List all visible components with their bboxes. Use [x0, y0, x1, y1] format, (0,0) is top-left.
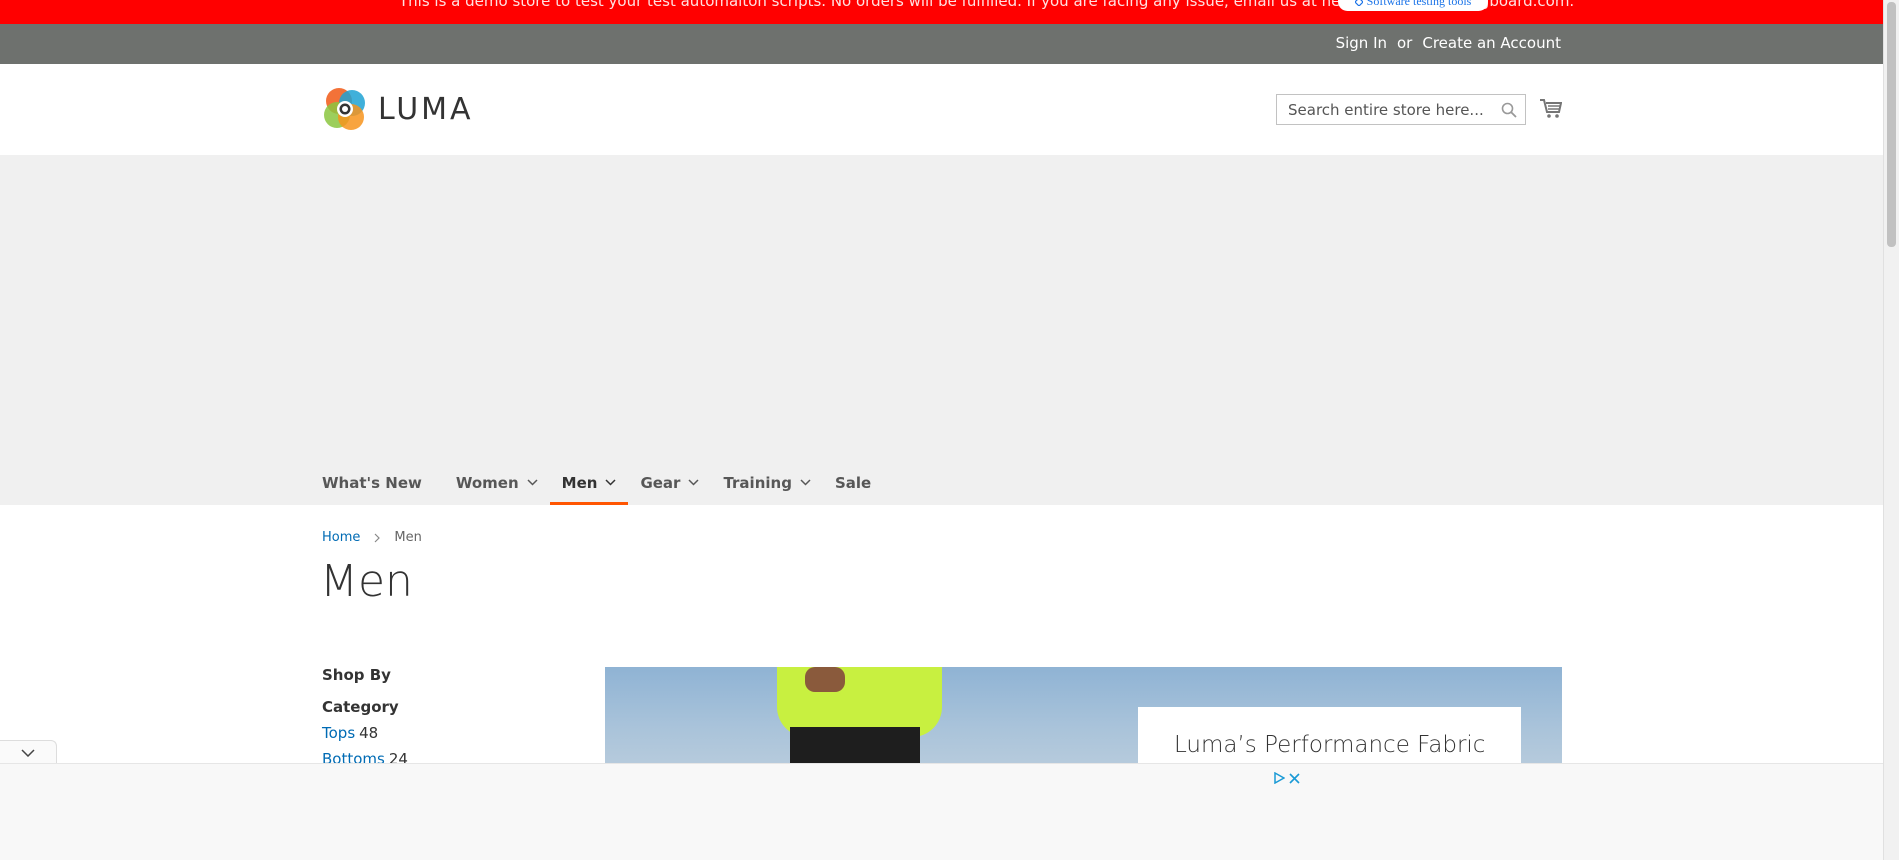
- logo-text: LUMA: [378, 91, 474, 127]
- or-separator: or: [1397, 34, 1413, 52]
- page-scrollbar[interactable]: [1883, 0, 1899, 860]
- luma-logo-icon: [324, 88, 365, 130]
- cart-icon[interactable]: [1540, 99, 1563, 119]
- nav-item-gear[interactable]: Gear: [628, 460, 711, 505]
- nav-item-men[interactable]: Men: [549, 460, 629, 505]
- search-icon[interactable]: [1501, 102, 1517, 118]
- filter-count: 48: [359, 724, 379, 742]
- chevron-down-icon: [21, 748, 35, 757]
- nav-label: Gear: [640, 473, 681, 492]
- filter-option-link[interactable]: Tops: [322, 724, 355, 742]
- nav-label: Women: [455, 473, 519, 492]
- layered-navigation: Shop By Category Tops 48 Bottoms 24: [322, 666, 408, 768]
- promo-title: Luma’s Performance Fabric: [1174, 732, 1486, 758]
- ad-collapse-toggle[interactable]: [0, 740, 57, 764]
- site-header: LUMA: [0, 64, 1883, 155]
- badge-label: Software testing tools: [1366, 0, 1472, 8]
- adchoices-icon[interactable]: [1274, 772, 1285, 784]
- minicart[interactable]: [1540, 99, 1563, 124]
- promo-banner[interactable]: Luma’s Performance Fabric: [605, 667, 1562, 767]
- nav-label: Men: [561, 473, 598, 492]
- luma-logo[interactable]: LUMA: [322, 86, 474, 132]
- nav-label: What's New: [322, 473, 422, 492]
- promo-image-shorts: [790, 727, 920, 767]
- demo-notice-bar: This is a demo store to test your test a…: [0, 0, 1883, 24]
- breadcrumb: Home Men: [322, 530, 422, 545]
- nav-item-sale[interactable]: Sale: [823, 460, 883, 505]
- ad-controls: [1274, 772, 1300, 784]
- nav-item-women[interactable]: Women: [434, 460, 550, 505]
- software-testing-tools-badge[interactable]: Software testing tools: [1338, 0, 1488, 11]
- nav-item-whats-new[interactable]: What's New: [322, 460, 434, 505]
- chevron-down-icon: [605, 479, 616, 486]
- account-links: Sign In or Create an Account: [1336, 34, 1561, 52]
- page-title: Men: [320, 556, 413, 607]
- scrollbar-thumb[interactable]: [1887, 2, 1896, 247]
- shop-by-heading: Shop By: [322, 666, 391, 684]
- top-panel: Sign In or Create an Account: [0, 24, 1883, 64]
- filter-option: Tops 48: [322, 724, 408, 742]
- chevron-down-icon: [688, 479, 699, 486]
- nav-label: Training: [723, 473, 792, 492]
- nav-label: Sale: [834, 473, 872, 492]
- promo-card: Luma’s Performance Fabric: [1138, 707, 1521, 767]
- breadcrumb-current: Men: [394, 530, 422, 545]
- promo-image-hand: [805, 667, 845, 692]
- ad-banner: [0, 763, 1883, 860]
- nav-band: What's New Women Men Gear Training Sale: [0, 155, 1883, 505]
- diamond-icon: [1354, 0, 1363, 6]
- search-input[interactable]: [1286, 95, 1500, 125]
- search-box[interactable]: [1276, 94, 1526, 125]
- main-navigation: What's New Women Men Gear Training Sale: [322, 460, 883, 505]
- chevron-right-icon: [374, 533, 381, 542]
- create-account-link[interactable]: Create an Account: [1422, 34, 1561, 52]
- chevron-down-icon: [527, 479, 538, 486]
- close-icon[interactable]: [1289, 772, 1300, 784]
- chevron-down-icon: [800, 479, 811, 486]
- filter-category-title: Category: [322, 698, 399, 716]
- nav-item-training[interactable]: Training: [711, 460, 822, 505]
- sign-in-link[interactable]: Sign In: [1336, 34, 1387, 52]
- breadcrumb-home-link[interactable]: Home: [322, 530, 360, 545]
